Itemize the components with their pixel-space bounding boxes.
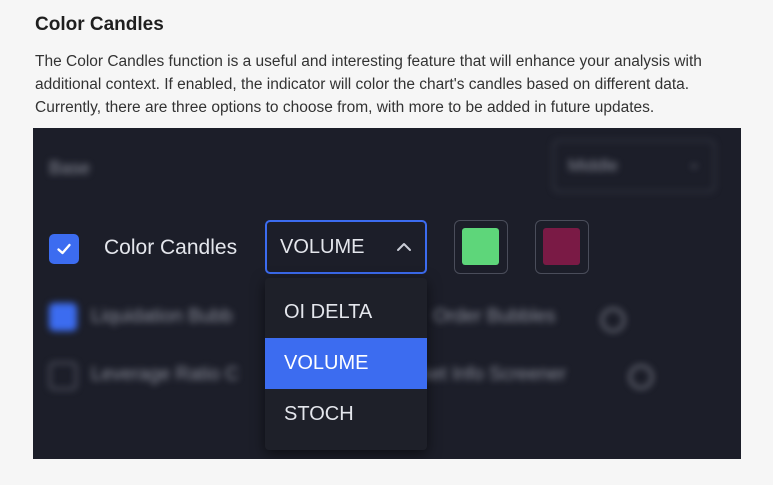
leverage-ratio-label: Leverage Ratio C (91, 364, 239, 385)
description-paragraph: The Color Candles function is a useful a… (35, 53, 702, 116)
dropdown-selected-value: VOLUME (280, 236, 365, 258)
base-select[interactable]: Middle ⌄ (553, 140, 715, 192)
color-candles-checkbox[interactable] (49, 234, 79, 264)
color-candles-label: Color Candles (104, 236, 238, 259)
base-select-value: Middle (568, 156, 619, 175)
settings-screenshot: Base Middle ⌄ Liquidation Bubb Order Bub… (33, 128, 741, 459)
base-label: Base (49, 158, 91, 178)
info-icon[interactable] (629, 365, 653, 389)
bear-color-swatch[interactable] (535, 220, 589, 274)
menu-item-oi-delta[interactable]: OI DELTA (265, 287, 427, 338)
leverage-ratio-checkbox[interactable] (49, 362, 77, 390)
info-icon[interactable] (601, 308, 625, 332)
bull-color-swatch[interactable] (454, 220, 508, 274)
liquidation-bubbles-label: Liquidation Bubb (91, 306, 233, 327)
menu-item-stoch[interactable]: STOCH (265, 389, 427, 440)
market-info-screener-label: rket Info Screener (415, 364, 567, 385)
chevron-up-icon (397, 243, 411, 251)
menu-item-volume[interactable]: VOLUME (265, 338, 427, 389)
chevron-down-icon: ⌄ (688, 155, 700, 171)
order-bubbles-label: Order Bubbles (433, 306, 556, 327)
bear-color-fill (543, 228, 580, 265)
checkmark-icon (57, 243, 71, 255)
page-title: Color Candles (35, 14, 164, 35)
color-candles-dropdown[interactable]: VOLUME (265, 220, 427, 274)
dropdown-menu: OI DELTA VOLUME STOCH (265, 278, 427, 450)
bull-color-fill (462, 228, 499, 265)
liquidation-bubbles-checkbox[interactable] (49, 303, 77, 331)
